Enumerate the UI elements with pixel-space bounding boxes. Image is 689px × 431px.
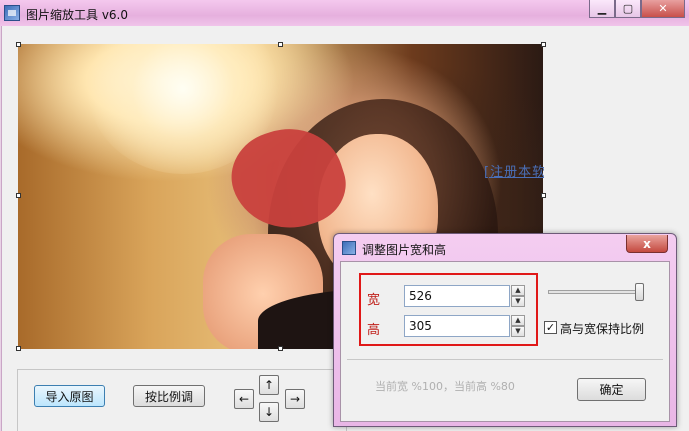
resize-handle-e[interactable] [541, 193, 546, 198]
arrow-up-icon: ↑ [263, 378, 275, 392]
width-spin-up-icon[interactable]: ▲ [511, 285, 525, 296]
height-spin-down-icon[interactable]: ▼ [511, 326, 525, 337]
window-controls: ▁ ▢ ✕ [589, 0, 685, 20]
app-icon [4, 5, 20, 21]
dialog-close-button[interactable]: x [626, 235, 668, 253]
ok-button[interactable]: 确定 [577, 378, 646, 401]
minimize-icon: ▁ [597, 2, 607, 15]
resize-handle-sw[interactable] [16, 346, 21, 351]
window-title: 图片缩放工具 v6.0 [26, 8, 129, 22]
close-icon: ✕ [658, 2, 668, 15]
maximize-icon: ▢ [622, 2, 634, 15]
move-left-button[interactable]: ← [234, 389, 254, 409]
arrow-right-icon: → [289, 392, 301, 406]
keep-ratio-label: 高与宽保持比例 [560, 322, 645, 336]
width-spin-down-icon[interactable]: ▼ [511, 296, 525, 307]
resize-handle-n[interactable] [278, 42, 283, 47]
width-spinner[interactable]: ▲ ▼ [511, 285, 525, 307]
height-label: 高 [367, 323, 381, 338]
resize-dialog[interactable]: 调整图片宽和高 x 宽 ▲ ▼ 高 ▲ ▼ ✓ 高与宽保持比例 当前宽 %100… [333, 233, 677, 427]
height-input[interactable] [404, 315, 510, 337]
dimension-status: 当前宽 %100，当前高 %80 [375, 380, 515, 393]
resize-handle-w[interactable] [16, 193, 21, 198]
main-titlebar[interactable]: 图片缩放工具 v6.0 ▁ ▢ ✕ [0, 0, 689, 26]
keep-ratio-checkbox[interactable]: ✓ [544, 321, 557, 334]
move-down-button[interactable]: ↓ [259, 402, 279, 422]
resize-handle-s[interactable] [278, 346, 283, 351]
minimize-button[interactable]: ▁ [589, 0, 615, 18]
register-link[interactable]: [注册本软 [484, 161, 544, 180]
height-spin-up-icon[interactable]: ▲ [511, 315, 525, 326]
dialog-separator [347, 359, 663, 360]
dialog-title: 调整图片宽和高 [362, 243, 447, 257]
resize-handle-nw[interactable] [16, 42, 21, 47]
scale-slider-track[interactable] [548, 290, 643, 294]
width-label: 宽 [367, 293, 381, 308]
dialog-close-icon: x [643, 236, 651, 251]
arrow-left-icon: ← [238, 392, 250, 406]
scale-proportional-button[interactable]: 按比例调 [133, 385, 205, 407]
move-up-button[interactable]: ↑ [259, 375, 279, 395]
move-right-button[interactable]: → [285, 389, 305, 409]
close-button[interactable]: ✕ [641, 0, 685, 18]
scale-slider-thumb[interactable] [635, 283, 644, 301]
arrow-down-icon: ↓ [263, 405, 275, 419]
maximize-button[interactable]: ▢ [615, 0, 641, 18]
height-spinner[interactable]: ▲ ▼ [511, 315, 525, 337]
dialog-app-icon [342, 241, 356, 255]
resize-handle-ne[interactable] [541, 42, 546, 47]
dialog-client-area: 宽 ▲ ▼ 高 ▲ ▼ ✓ 高与宽保持比例 当前宽 %100，当前高 %80 确… [340, 261, 670, 422]
width-input[interactable] [404, 285, 510, 307]
import-original-button[interactable]: 导入原图 [34, 385, 105, 407]
